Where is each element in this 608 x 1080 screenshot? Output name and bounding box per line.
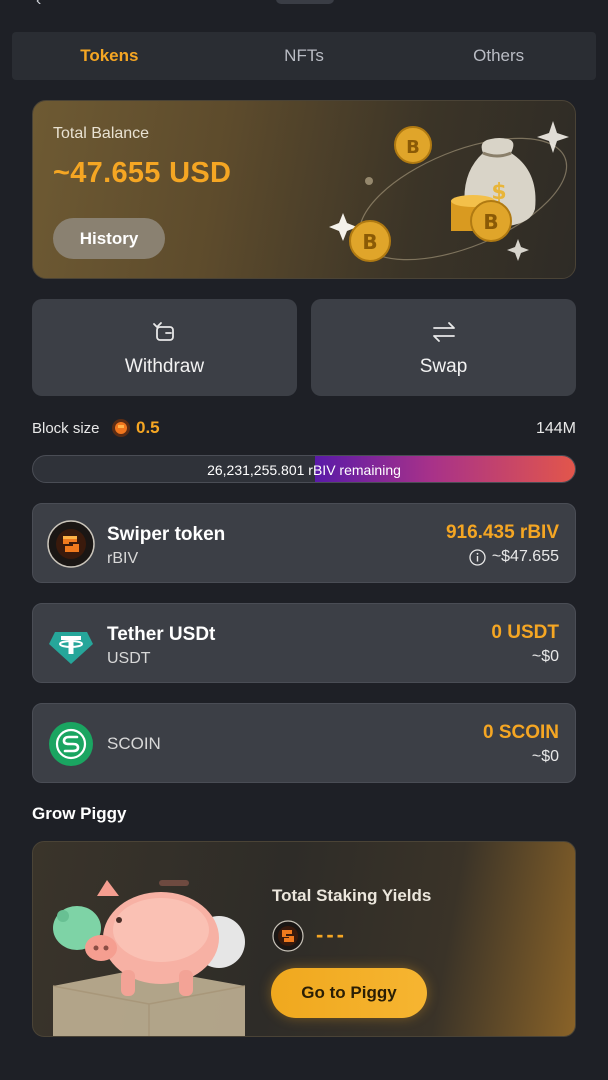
block-total: 144M <box>535 420 576 437</box>
go-to-piggy-button[interactable]: Go to Piggy <box>271 968 427 1018</box>
token-name: Swiper token <box>107 524 226 545</box>
token-usd-value: ~$0 <box>531 648 559 665</box>
back-icon[interactable]: ‹ <box>36 0 41 10</box>
block-size-label: Block size <box>32 420 100 437</box>
piggy-bank-illustration <box>52 880 246 1036</box>
swap-button[interactable]: Swap <box>311 299 576 396</box>
token-row-scoin[interactable]: SCOIN 0 SCOIN ~$0 <box>32 703 576 783</box>
token-amount: 0 SCOIN <box>482 722 559 743</box>
swiper-token-icon <box>47 520 95 568</box>
wallet-out-icon <box>152 321 174 341</box>
total-balance-card: Total Balance ~47.655 USD History $ B B … <box>32 100 576 279</box>
page-title-obscured <box>276 0 334 4</box>
tab-others[interactable]: Others <box>401 46 596 66</box>
block-size-value: 0.5 <box>136 418 160 437</box>
svg-text:B: B <box>406 137 420 158</box>
token-symbol: SCOIN <box>107 734 161 753</box>
swiper-coin-icon <box>272 920 304 952</box>
grow-piggy-card: Total Staking Yields --- Go to Piggy <box>32 841 576 1037</box>
svg-text:B: B <box>362 230 377 254</box>
token-usd-row: ~$0 <box>532 648 559 666</box>
withdraw-button[interactable]: Withdraw <box>32 299 297 396</box>
block-remaining-text: 26,231,255.801 rBIV remaining <box>207 462 401 478</box>
block-size-row: Block size 0.5 144M <box>32 418 576 440</box>
tab-nfts[interactable]: NFTs <box>207 46 402 66</box>
grow-piggy-title: Grow Piggy <box>32 804 127 823</box>
token-amount: 916.435 rBIV <box>445 522 559 543</box>
swap-label: Swap <box>419 355 468 377</box>
tether-icon <box>49 632 93 664</box>
money-bag-illustration: $ B B B <box>329 121 569 262</box>
staking-yields-label: Total Staking Yields <box>272 886 432 905</box>
token-row-tether[interactable]: Tether USDt USDT 0 USDT ~$0 <box>32 603 576 683</box>
token-usd-value: ~$0 <box>531 748 559 765</box>
total-balance-label: Total Balance <box>53 125 150 142</box>
token-usd-row: ~$0 <box>532 748 559 766</box>
svg-text:B: B <box>483 210 498 234</box>
tab-tokens[interactable]: Tokens <box>12 46 207 66</box>
token-symbol: rBIV <box>107 550 139 567</box>
history-button[interactable]: History <box>53 218 165 259</box>
info-icon[interactable] <box>469 548 486 566</box>
token-symbol: USDT <box>107 650 151 667</box>
token-name: Tether USDt <box>107 624 216 645</box>
swiper-coin-icon <box>112 419 130 437</box>
token-row-swiper[interactable]: Swiper token rBIV 916.435 rBIV ~$47.655 <box>32 503 576 583</box>
block-progress-bar: 26,231,255.801 rBIV remaining <box>32 455 576 483</box>
swap-arrows-icon <box>432 321 455 342</box>
token-usd-row: ~$47.655 <box>469 548 559 566</box>
withdraw-label: Withdraw <box>124 355 205 377</box>
staking-yields-value: --- <box>316 922 347 947</box>
token-usd-value: ~$47.655 <box>491 548 559 565</box>
scoin-icon <box>49 722 93 766</box>
total-balance-value: ~47.655 USD <box>53 157 232 189</box>
token-amount: 0 USDT <box>491 622 559 643</box>
tab-bar: Tokens NFTs Others <box>12 32 596 80</box>
